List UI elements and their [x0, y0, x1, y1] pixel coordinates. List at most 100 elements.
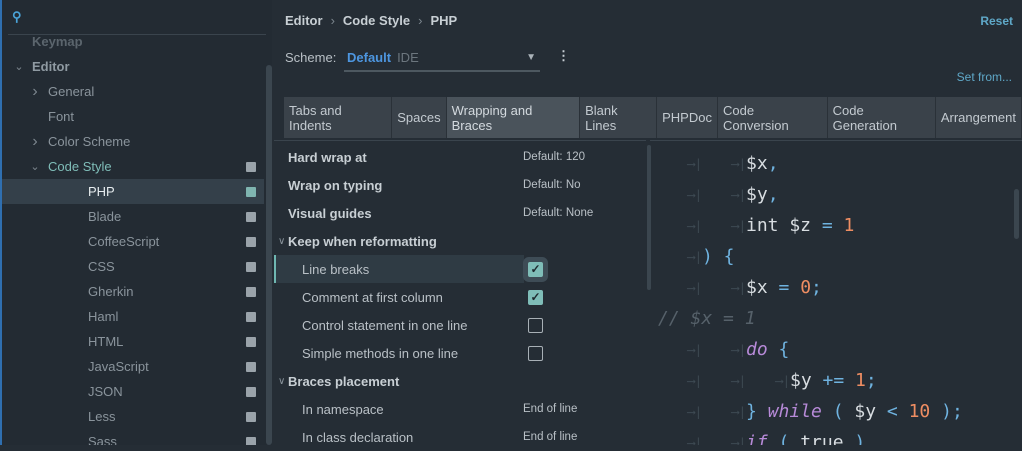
chevron-down-icon[interactable]: ∨	[278, 376, 285, 387]
more-options-icon[interactable]: ⋮	[557, 48, 570, 64]
code-token: );	[930, 401, 963, 422]
code-line: ⟶| ⟶| if ( true )	[658, 427, 866, 446]
tab-code-generation[interactable]: Code Generation	[827, 97, 936, 138]
chevron-right-icon: ›	[32, 132, 38, 150]
sidebar-item-php[interactable]: PHP	[2, 179, 264, 204]
option-row[interactable]: ∨ Braces placement	[274, 367, 646, 395]
code-token: int $z	[746, 215, 822, 236]
sidebar-item-css[interactable]: CSS	[2, 254, 264, 279]
option-row[interactable]: Hard wrap at Default: 120	[274, 143, 646, 171]
dropdown-arrow-icon: ▼	[526, 52, 536, 63]
checkbox[interactable]	[528, 345, 543, 361]
sidebar-item-label: Color Scheme	[48, 134, 131, 149]
reset-link[interactable]: Reset	[980, 14, 1013, 28]
code-token: $x	[746, 277, 779, 298]
preview-scrollbar[interactable]	[1014, 189, 1019, 239]
profile-badge-icon	[246, 186, 256, 197]
checkbox[interactable]	[528, 317, 543, 333]
tab-code-conversion[interactable]: Code Conversion	[717, 97, 828, 138]
indent-guide-icon: ⟶|	[687, 435, 702, 446]
sidebar-item-label: Gherkin	[88, 284, 134, 299]
scheme-dropdown[interactable]: Default IDE ▼	[344, 45, 540, 72]
sidebar-item-label: Editor	[32, 59, 70, 74]
chevron-down-icon: ⌄	[14, 61, 24, 73]
sidebar-item-javascript[interactable]: JavaScript	[2, 354, 264, 379]
sidebar-item-editor[interactable]: ⌄ Editor	[2, 54, 264, 79]
option-value[interactable]: End of line	[523, 431, 577, 443]
tab-wrapping-and-braces[interactable]: Wrapping and Braces	[446, 97, 581, 138]
indent-guide-icon: ⟶|	[687, 280, 702, 295]
option-value[interactable]: Default: No	[523, 179, 581, 191]
sidebar-item-font[interactable]: Font	[2, 104, 264, 129]
tab-phpdoc[interactable]: PHPDoc	[657, 97, 718, 138]
sidebar-item-less[interactable]: Less	[2, 404, 264, 429]
sidebar-item-sass[interactable]: Sass	[2, 429, 264, 445]
breadcrumb-separator: ›	[330, 13, 335, 28]
code-token: $y	[790, 370, 823, 391]
sidebar-item-json[interactable]: JSON	[2, 379, 264, 404]
code-token: 1	[843, 215, 855, 236]
sidebar-item-label: General	[48, 84, 95, 99]
sidebar-item-label: HTML	[88, 334, 124, 349]
breadcrumb-item[interactable]: Code Style	[343, 13, 410, 28]
sidebar-item-color-scheme[interactable]: › Color Scheme	[2, 129, 264, 154]
scheme-type: IDE	[397, 50, 419, 65]
indent-guide-icon: ⟶|	[687, 156, 702, 171]
sidebar-item-label: Code Style	[48, 159, 112, 174]
sidebar-item-general[interactable]: › General	[2, 79, 264, 104]
sidebar-item-code-style[interactable]: ⌄ Code Style	[2, 154, 264, 179]
tab-arrangement[interactable]: Arrangement	[935, 97, 1022, 138]
code-token: ,	[767, 153, 779, 174]
profile-badge-icon	[246, 386, 256, 397]
sidebar-item-haml[interactable]: Haml	[2, 304, 264, 329]
tab-bar: Tabs and Indents Spaces Wrapping and Brace…	[284, 97, 1022, 138]
option-row[interactable]: In namespace End of line	[274, 395, 646, 423]
chevron-down-icon[interactable]: ∨	[278, 236, 285, 247]
sidebar-scrollbar[interactable]	[266, 65, 272, 445]
sidebar-item-blade[interactable]: Blade	[2, 204, 264, 229]
option-row[interactable]: Simple methods in one line	[274, 339, 646, 367]
sidebar-item-label: JSON	[88, 384, 123, 399]
sidebar-item-label: Haml	[88, 309, 119, 324]
sidebar-item-keymap[interactable]: Keymap	[2, 29, 264, 54]
option-row[interactable]: Comment at first column ✓	[274, 283, 646, 311]
option-label: Visual guides	[288, 205, 372, 221]
option-row[interactable]: Visual guides Default: None	[274, 199, 646, 227]
code-token: 1	[855, 370, 866, 391]
breadcrumb: Editor › Code Style › PHP	[285, 13, 457, 28]
sidebar-item-label: Less	[88, 409, 116, 424]
code-token: ,	[767, 184, 779, 205]
tab-spaces[interactable]: Spaces	[392, 97, 447, 138]
code-token: 10	[908, 401, 931, 422]
option-label: Keep when reformatting	[288, 233, 437, 249]
checkbox[interactable]: ✓	[528, 289, 543, 305]
sidebar-item-coffeescript[interactable]: CoffeeScript	[2, 229, 264, 254]
set-from-link[interactable]: Set from...	[957, 70, 1012, 84]
indent-guide-icon: ⟶|	[731, 373, 746, 388]
sidebar-item-html[interactable]: HTML	[2, 329, 264, 354]
option-value[interactable]: End of line	[523, 403, 577, 415]
indent-guide-icon: ⟶|	[731, 218, 746, 233]
checkbox[interactable]: ✓	[528, 261, 543, 277]
sidebar-item-label: Font	[48, 109, 75, 124]
option-value[interactable]: Default: 120	[523, 151, 585, 163]
option-row[interactable]: Line breaks ✓	[274, 255, 543, 283]
code-line: ⟶| ⟶| int $z = 1	[658, 210, 855, 241]
option-row[interactable]: Wrap on typing Default: No	[274, 171, 646, 199]
profile-badge-icon	[246, 361, 256, 372]
code-line: // $x = 1	[658, 303, 756, 334]
option-row[interactable]: ∨ Keep when reformatting	[274, 227, 646, 255]
option-row[interactable]: In class declaration End of line	[274, 423, 646, 451]
code-token: while	[767, 401, 822, 422]
profile-badge-icon	[246, 236, 256, 247]
indent-guide-icon: ⟶|	[687, 218, 702, 233]
breadcrumb-item[interactable]: Editor	[285, 13, 323, 28]
tab-tabs-and-indents[interactable]: Tabs and Indents	[284, 97, 393, 138]
sidebar-item-gherkin[interactable]: Gherkin	[2, 279, 264, 304]
tab-blank-lines[interactable]: Blank Lines	[580, 97, 658, 138]
option-value[interactable]: Default: None	[523, 207, 593, 219]
option-row[interactable]: Control statement in one line	[274, 311, 646, 339]
option-label: In class declaration	[302, 429, 414, 445]
